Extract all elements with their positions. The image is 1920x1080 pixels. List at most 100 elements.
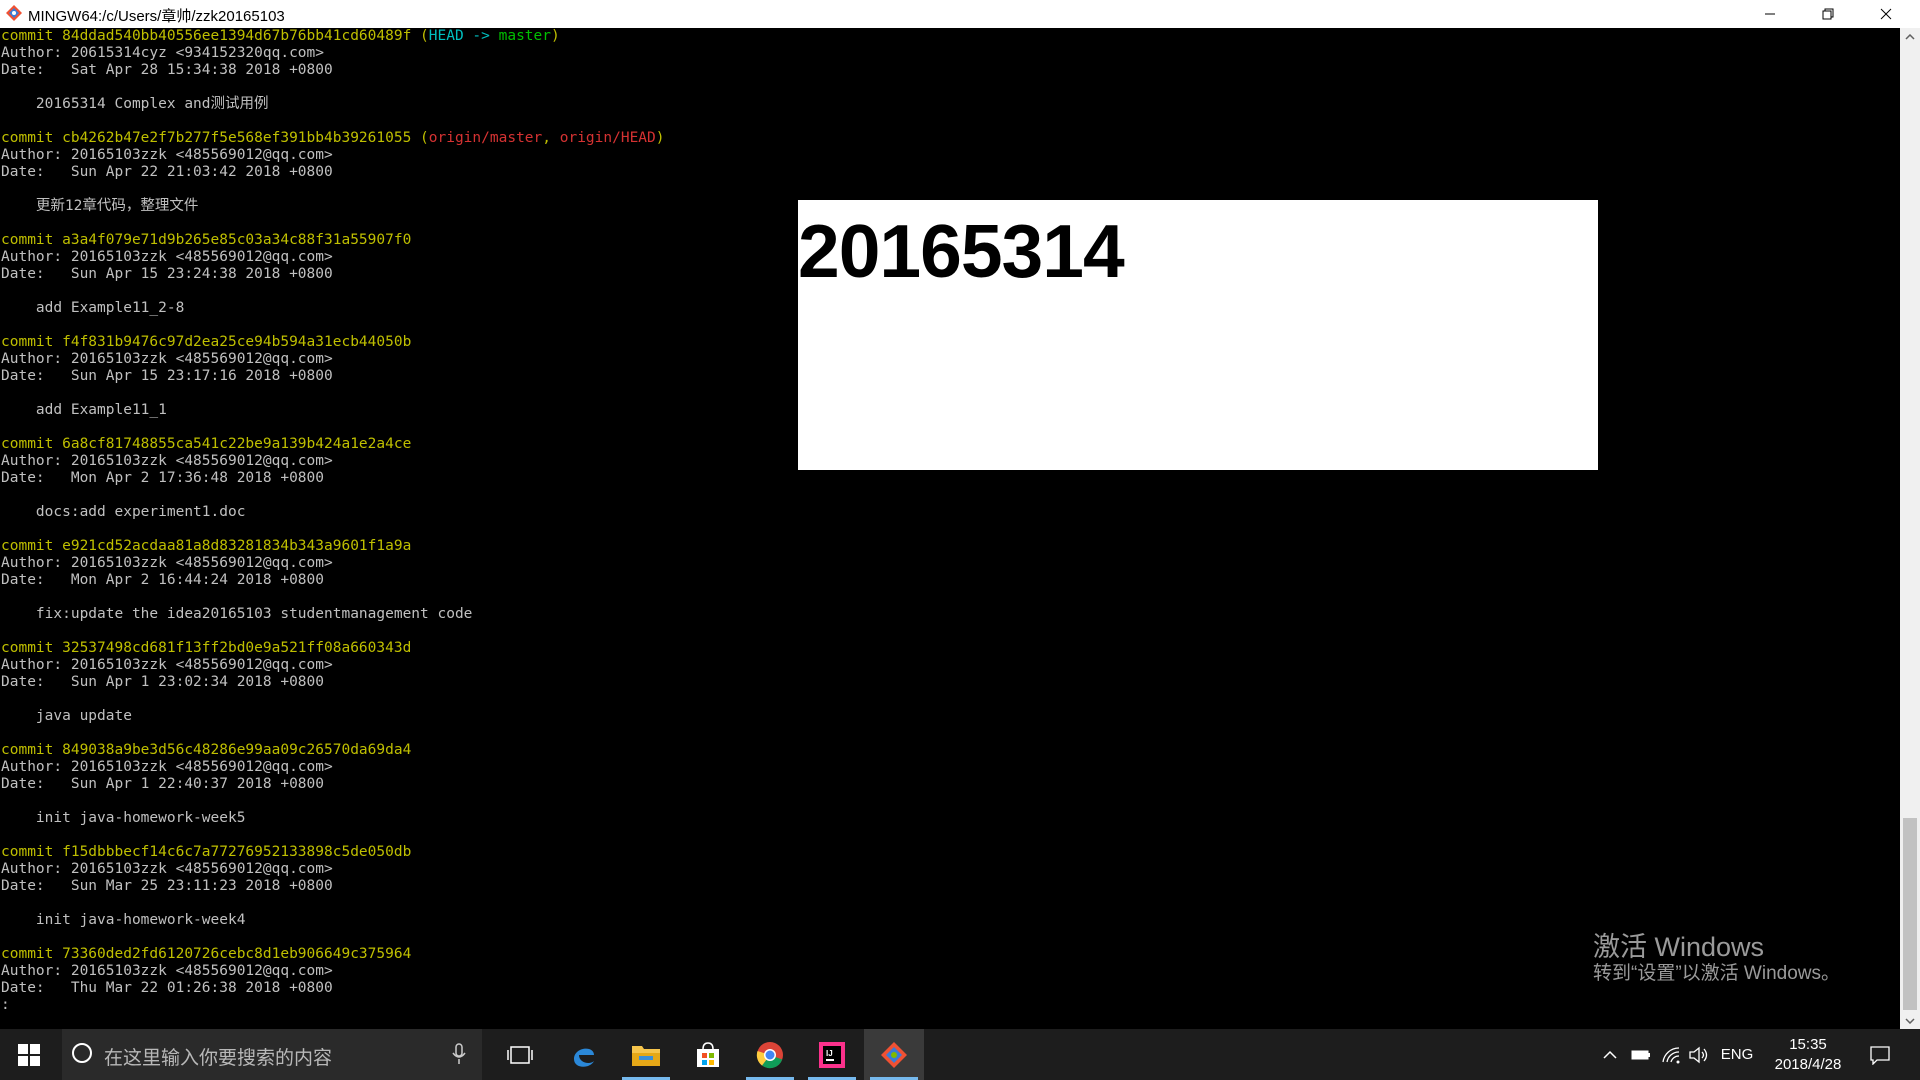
taskbar-store[interactable] [678, 1029, 738, 1080]
search-box[interactable]: 在这里输入你要搜索的内容 [62, 1029, 482, 1080]
terminal-text: Date: Thu Mar 22 01:26:38 2018 +0800 [1, 980, 333, 996]
terminal-text: commit 32537498cd681f13ff2bd0e9a521ff08a… [1, 640, 412, 656]
git-bash-icon [6, 5, 22, 21]
file-explorer-icon [632, 1045, 660, 1066]
terminal-text: Date: Mon Apr 2 16:44:24 2018 +0800 [1, 572, 325, 588]
terminal-line: commit 849038a9be3d56c48286e99aa09c26570… [1, 742, 665, 759]
chevron-up-icon [1905, 33, 1915, 40]
terminal-line: Date: Sun Apr 1 23:02:34 2018 +0800 [1, 674, 665, 691]
taskbar-edge[interactable] [554, 1029, 614, 1080]
git-log-lines: commit 84ddad540bb40556ee1394d67b76bb41c… [1, 28, 665, 1014]
restore-button[interactable] [1800, 0, 1856, 28]
store-icon [697, 1041, 719, 1067]
terminal-text: add Example11_2-8 [1, 300, 185, 316]
windows-logo-icon [18, 1043, 40, 1066]
terminal-line: Date: Sun Apr 15 23:24:38 2018 +0800 [1, 266, 665, 283]
terminal-line: Author: 20165103zzk <485569012@qq.com> [1, 453, 665, 470]
terminal-line: 更新12章代码，整理文件 [1, 198, 665, 215]
terminal-text: Date: Mon Apr 2 17:36:48 2018 +0800 [1, 470, 325, 486]
overlay-text: 20165314 [798, 209, 1125, 293]
terminal-text: Date: Sun Apr 15 23:17:16 2018 +0800 [1, 368, 333, 384]
terminal-text: commit f4f831b9476c97d2ea25ce94b594a31ec… [1, 334, 412, 350]
terminal-line: Author: 20165103zzk <485569012@qq.com> [1, 963, 665, 980]
terminal-text: Author: 20165103zzk <485569012@qq.com> [1, 759, 333, 775]
taskbar-git-bash[interactable] [864, 1029, 924, 1080]
network-indicator[interactable] [1658, 1029, 1684, 1080]
terminal-text: 更新12章代码，整理文件 [1, 198, 199, 214]
terminal-text: java update [1, 708, 132, 724]
taskbar-file-explorer[interactable] [616, 1029, 676, 1080]
terminal-text: Date: Sun Apr 22 21:03:42 2018 +0800 [1, 164, 333, 180]
terminal-line: Author: 20615314cyz <934152320qq.com> [1, 45, 665, 62]
taskbar: 在这里输入你要搜索的内容 IJ ENG 15:35 2018/4/28 [0, 1029, 1920, 1080]
terminal-line: add Example11_2-8 [1, 300, 665, 317]
scroll-down-button[interactable] [1900, 1012, 1920, 1029]
terminal-line: Author: 20165103zzk <485569012@qq.com> [1, 555, 665, 572]
terminal-text: Author: 20165103zzk <485569012@qq.com> [1, 351, 333, 367]
terminal-line: : [1, 997, 665, 1014]
terminal-line: Author: 20165103zzk <485569012@qq.com> [1, 657, 665, 674]
terminal-line: commit a3a4f079e71d9b265e85c03a34c88f31a… [1, 232, 665, 249]
close-icon [1880, 8, 1892, 20]
terminal-text: Date: Sun Mar 25 23:11:23 2018 +0800 [1, 878, 333, 894]
close-button[interactable] [1858, 0, 1914, 28]
terminal-text: master [498, 28, 551, 44]
speaker-icon [1689, 1046, 1708, 1063]
minimize-button[interactable] [1742, 0, 1798, 28]
chrome-icon [756, 1041, 783, 1068]
system-clock[interactable]: 15:35 2018/4/28 [1758, 1035, 1858, 1075]
scroll-thumb[interactable] [1903, 818, 1917, 1010]
start-button[interactable] [0, 1029, 58, 1080]
action-center-button[interactable] [1862, 1029, 1898, 1080]
terminal-line: Author: 20165103zzk <485569012@qq.com> [1, 861, 665, 878]
task-view-button[interactable] [490, 1029, 550, 1080]
terminal-line: docs:add experiment1.doc [1, 504, 665, 521]
terminal-text: Date: Sun Apr 15 23:24:38 2018 +0800 [1, 266, 333, 282]
terminal-line: add Example11_1 [1, 402, 665, 419]
terminal-text: commit 849038a9be3d56c48286e99aa09c26570… [1, 742, 412, 758]
terminal-line: fix:update the idea20165103 studentmanag… [1, 606, 665, 623]
chevron-down-icon [1905, 1017, 1915, 1024]
input-language[interactable]: ENG [1720, 1029, 1754, 1080]
terminal-text: add Example11_1 [1, 402, 167, 418]
terminal-line: 20165314 Complex and测试用例 [1, 96, 665, 113]
microphone-icon[interactable] [452, 1043, 466, 1065]
clock-date: 2018/4/28 [1774, 1056, 1842, 1073]
window-title-bar[interactable]: MINGW64:/c/Users/章帅/zzk20165103 [0, 0, 1920, 28]
terminal-line: init java-homework-week4 [1, 912, 665, 929]
minimize-icon [1765, 13, 1775, 15]
battery-indicator[interactable] [1628, 1029, 1654, 1080]
terminal-text: commit 73360ded2fd6120726cebc8d1eb906649… [1, 946, 412, 962]
volume-indicator[interactable] [1686, 1029, 1714, 1080]
terminal-line: commit cb4262b47e2f7b277f5e568ef391bb4b3… [1, 130, 665, 147]
terminal-line: init java-homework-week5 [1, 810, 665, 827]
terminal-line: Date: Sat Apr 28 15:34:38 2018 +0800 [1, 62, 665, 79]
terminal-output[interactable]: commit 84ddad540bb40556ee1394d67b76bb41c… [0, 28, 1900, 1029]
terminal-text: Author: 20165103zzk <485569012@qq.com> [1, 555, 333, 571]
scroll-up-button[interactable] [1900, 28, 1920, 45]
terminal-line: commit f15dbbbecf14c6c7a77276952133898c5… [1, 844, 665, 861]
terminal-text: HEAD -> [428, 28, 499, 44]
terminal-text: Author: 20165103zzk <485569012@qq.com> [1, 963, 333, 979]
taskbar-chrome[interactable] [740, 1029, 800, 1080]
terminal-text: ( [420, 28, 429, 44]
terminal-line: Date: Sun Apr 1 22:40:37 2018 +0800 [1, 776, 665, 793]
terminal-line: Date: Sun Apr 22 21:03:42 2018 +0800 [1, 164, 665, 181]
terminal-text: : [1, 997, 10, 1013]
restore-icon [1822, 8, 1834, 20]
terminal-line: commit f4f831b9476c97d2ea25ce94b594a31ec… [1, 334, 665, 351]
tray-overflow-button[interactable] [1598, 1029, 1622, 1080]
wifi-icon [1662, 1046, 1680, 1063]
vertical-scrollbar[interactable] [1900, 28, 1920, 1029]
search-placeholder: 在这里输入你要搜索的内容 [104, 1048, 333, 1069]
terminal-text: , [542, 130, 560, 146]
window-title: MINGW64:/c/Users/章帅/zzk20165103 [28, 8, 285, 25]
terminal-line: Author: 20165103zzk <485569012@qq.com> [1, 147, 665, 164]
terminal-text: origin/master [428, 130, 543, 146]
terminal-line: commit 6a8cf81748855ca541c22be9a139b424a… [1, 436, 665, 453]
taskbar-intellij[interactable]: IJ [802, 1029, 862, 1080]
